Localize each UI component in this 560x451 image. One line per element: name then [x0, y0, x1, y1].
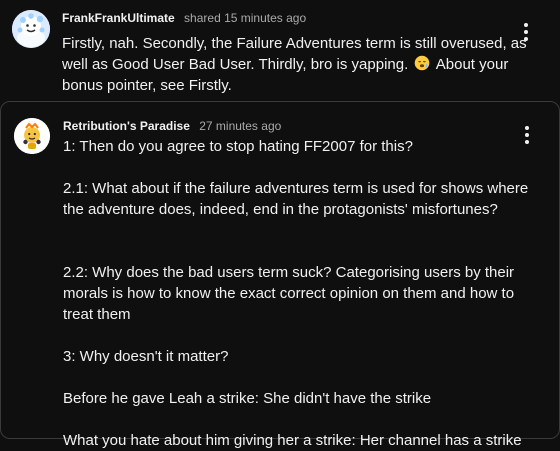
comment-meta: FrankFrankUltimate shared 15 minutes ago	[62, 10, 306, 26]
comment-time[interactable]: shared 15 minutes ago	[184, 11, 306, 25]
more-vert-icon	[525, 126, 529, 144]
comment-retributions-paradise: Retribution's Paradise 27 minutes ago 1:…	[0, 101, 560, 449]
comment-body: 1: Then do you agree to stop hating FF20…	[63, 138, 529, 449]
author-name[interactable]: FrankFrankUltimate	[62, 11, 175, 25]
more-vert-icon	[524, 23, 528, 41]
yellow-character-avatar[interactable]	[14, 118, 50, 154]
ice-cream-avatar[interactable]	[12, 10, 50, 48]
comment-body: Firstly, nah. Secondly, the Failure Adve…	[62, 33, 536, 96]
author-name[interactable]: Retribution's Paradise	[63, 119, 190, 133]
sleepy-face-emoji	[414, 55, 430, 71]
comment-time[interactable]: 27 minutes ago	[199, 119, 281, 133]
comment-frankfrankultimate: FrankFrankUltimate shared 15 minutes ago…	[0, 0, 560, 101]
more-options-button[interactable]	[514, 20, 538, 44]
comment-meta: Retribution's Paradise 27 minutes ago	[63, 118, 281, 134]
more-options-button[interactable]	[515, 123, 539, 147]
